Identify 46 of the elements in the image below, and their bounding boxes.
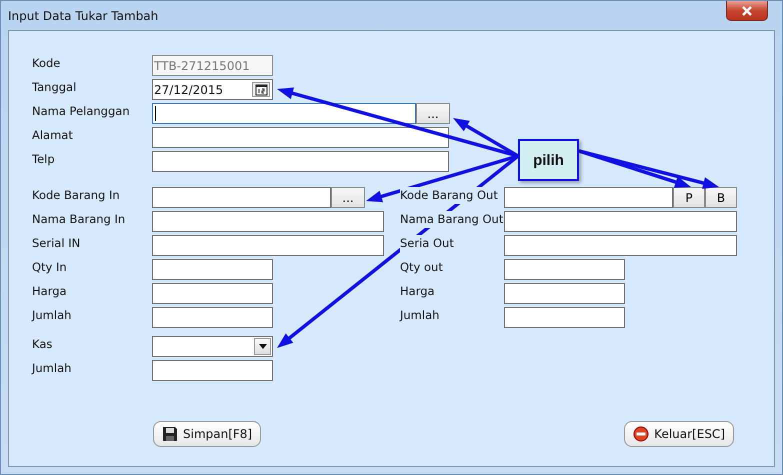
calendar-button[interactable] [252, 82, 270, 97]
field-value: 27/12/2015 [153, 82, 224, 96]
close-button[interactable] [726, 1, 768, 21]
input-field[interactable] [152, 235, 384, 256]
input-field[interactable] [152, 336, 273, 357]
input-field[interactable] [504, 259, 625, 280]
field-value: TTB-271215001 [153, 58, 250, 72]
field-label: Tanggal [32, 79, 76, 96]
input-field[interactable] [504, 283, 625, 304]
input-field[interactable] [504, 307, 625, 328]
action-button[interactable]: Keluar[ESC] [624, 421, 734, 447]
input-field[interactable] [152, 283, 273, 304]
input-field[interactable] [152, 307, 273, 328]
input-field[interactable] [152, 259, 273, 280]
input-field[interactable] [152, 151, 449, 172]
text-cursor [155, 106, 156, 121]
lookup-button[interactable]: ... [331, 187, 365, 208]
input-field[interactable] [152, 360, 273, 381]
calendar-icon [254, 84, 268, 96]
input-field[interactable]: 27/12/2015 [152, 79, 273, 100]
action-button[interactable]: Simpan[F8] [153, 421, 262, 447]
field-label: Jumlah [32, 307, 72, 324]
callout-box: pilih [518, 139, 579, 181]
field-label: Nama Pelanggan [32, 103, 130, 120]
field-label: Kode Barang Out [400, 187, 498, 204]
lookup-button[interactable]: B [705, 187, 737, 208]
stop-icon [633, 426, 650, 442]
input-field[interactable] [504, 235, 737, 256]
input-field[interactable] [152, 187, 331, 208]
input-field[interactable] [504, 187, 673, 208]
input-field[interactable] [152, 103, 416, 124]
field-label: Telp [32, 151, 55, 168]
input-field[interactable] [504, 211, 737, 232]
field-label: Jumlah [400, 307, 440, 324]
field-label: Jumlah [32, 360, 72, 377]
field-label: Kode Barang In [32, 187, 120, 204]
close-icon [741, 6, 753, 16]
input-field[interactable] [152, 127, 449, 148]
window-title: Input Data Tukar Tambah [8, 9, 158, 23]
dropdown-button[interactable] [254, 338, 271, 355]
field-label: Nama Barang Out [400, 211, 504, 228]
lookup-button[interactable]: P [673, 187, 705, 208]
field-label: Seria Out [400, 235, 454, 252]
lookup-button[interactable]: ... [416, 103, 450, 124]
caret-icon [258, 344, 266, 349]
input-field[interactable] [152, 211, 384, 232]
